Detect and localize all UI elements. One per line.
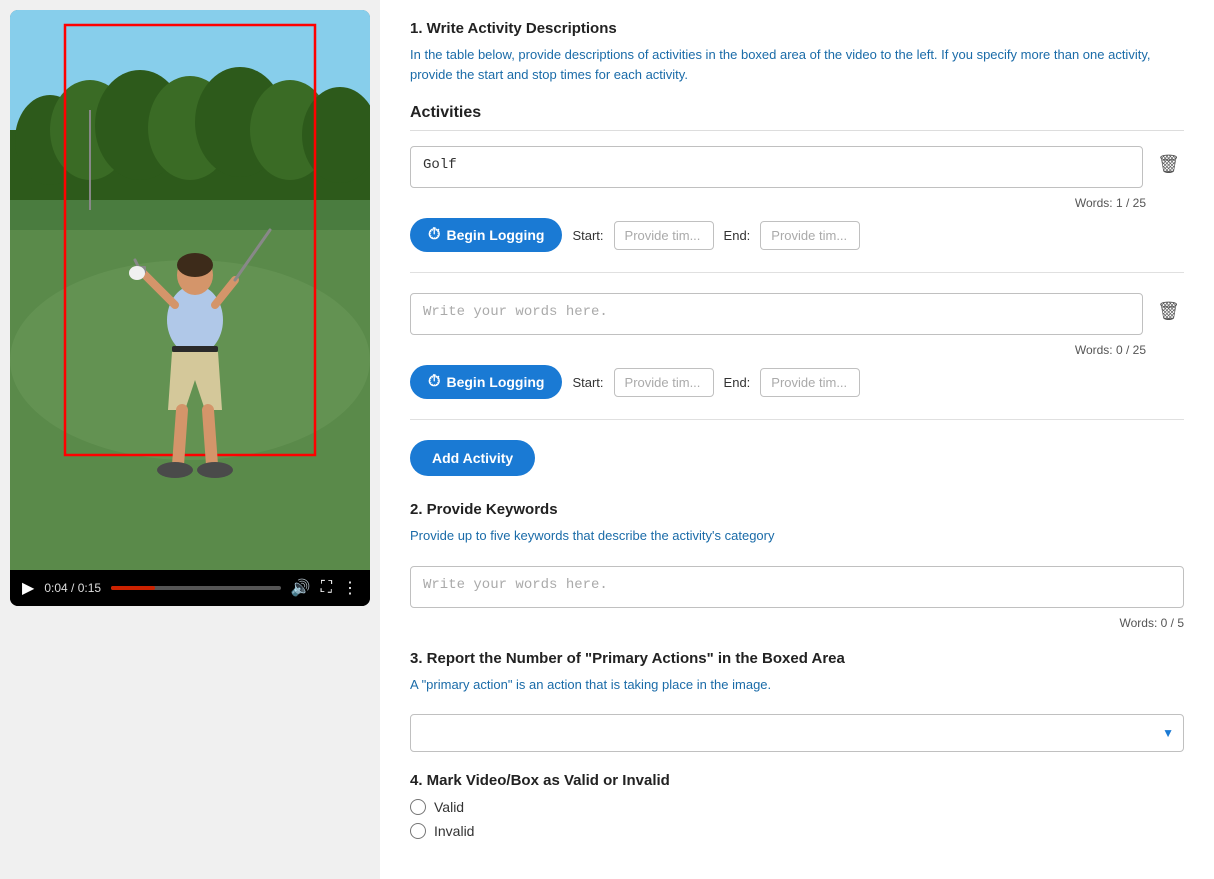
start-time-input-1[interactable] <box>614 221 714 250</box>
section-4: 4. Mark Video/Box as Valid or Invalid Va… <box>410 772 1184 839</box>
primary-actions-dropdown-container: 1 2 3 4 5 ▼ <box>410 714 1184 752</box>
start-label-1: Start: <box>572 228 603 243</box>
logging-row-1: ⏱ Begin Logging Start: End: <box>410 218 1184 252</box>
activity-textarea-1[interactable]: Golf <box>410 146 1143 188</box>
primary-actions-dropdown[interactable]: 1 2 3 4 5 <box>410 714 1184 752</box>
section-3-title: 3. Report the Number of "Primary Actions… <box>410 650 1184 667</box>
section-1-description: In the table below, provide descriptions… <box>410 45 1184 84</box>
clock-icon-2: ⏱ <box>428 373 440 391</box>
progress-bar[interactable] <box>111 586 281 590</box>
start-time-input-2[interactable] <box>614 368 714 397</box>
time-display: 0:04 / 0:15 <box>44 581 101 595</box>
activity-textarea-2[interactable] <box>410 293 1143 335</box>
play-button[interactable]: ▶ <box>22 578 34 598</box>
word-count-2: Words: 0 / 25 <box>410 343 1146 357</box>
end-label-1: End: <box>724 228 751 243</box>
begin-logging-1-label: Begin Logging <box>446 227 544 243</box>
valid-label: Valid <box>434 799 464 815</box>
section-2-description: Provide up to five keywords that describ… <box>410 526 1184 546</box>
end-time-input-1[interactable] <box>760 221 860 250</box>
fullscreen-icon: ⛶ <box>321 579 332 597</box>
begin-logging-2-button[interactable]: ⏱ Begin Logging <box>410 365 562 399</box>
end-time-input-2[interactable] <box>760 368 860 397</box>
delete-icon-1: 🗑 <box>1157 154 1180 175</box>
validity-radio-group: Valid Invalid <box>410 799 1184 839</box>
fullscreen-button[interactable]: ⛶ <box>321 579 332 597</box>
more-button[interactable]: ⋮ <box>342 578 358 598</box>
keywords-word-count: Words: 0 / 5 <box>410 616 1184 630</box>
progress-fill <box>111 586 155 590</box>
section-3-description: A "primary action" is an action that is … <box>410 675 1184 695</box>
keywords-textarea[interactable] <box>410 566 1184 608</box>
video-frame <box>10 10 370 570</box>
valid-radio[interactable] <box>410 799 426 815</box>
section-2-title: 2. Provide Keywords <box>410 501 1184 518</box>
end-label-2: End: <box>724 375 751 390</box>
word-count-1: Words: 1 / 25 <box>410 196 1146 210</box>
invalid-option[interactable]: Invalid <box>410 823 1184 839</box>
section-4-title: 4. Mark Video/Box as Valid or Invalid <box>410 772 1184 789</box>
video-container: ▶ 0:04 / 0:15 🔊 ⛶ ⋮ <box>10 10 370 606</box>
delete-activity-2-button[interactable]: 🗑 <box>1153 293 1184 330</box>
valid-option[interactable]: Valid <box>410 799 1184 815</box>
volume-icon: 🔊 <box>291 578 311 598</box>
section-2: 2. Provide Keywords Provide up to five k… <box>410 501 1184 630</box>
section-1-title: 1. Write Activity Descriptions <box>410 20 1184 37</box>
activity-block-2: 🗑 Words: 0 / 25 ⏱ Begin Logging Start: E… <box>410 293 1184 420</box>
right-panel: 1. Write Activity Descriptions In the ta… <box>380 0 1214 879</box>
start-label-2: Start: <box>572 375 603 390</box>
delete-icon-2: 🗑 <box>1157 301 1180 322</box>
logging-row-2: ⏱ Begin Logging Start: End: <box>410 365 1184 399</box>
video-controls: ▶ 0:04 / 0:15 🔊 ⛶ ⋮ <box>10 570 370 606</box>
activity-row-1: Golf 🗑 <box>410 146 1184 188</box>
section-1: 1. Write Activity Descriptions In the ta… <box>410 20 1184 501</box>
play-icon: ▶ <box>22 578 34 598</box>
add-activity-button[interactable]: Add Activity <box>410 440 535 476</box>
activities-label: Activities <box>410 104 1184 131</box>
video-background <box>10 10 370 570</box>
more-icon: ⋮ <box>342 578 358 598</box>
section-3: 3. Report the Number of "Primary Actions… <box>410 650 1184 753</box>
volume-button[interactable]: 🔊 <box>291 578 311 598</box>
clock-icon-1: ⏱ <box>428 226 440 244</box>
left-panel: ▶ 0:04 / 0:15 🔊 ⛶ ⋮ <box>0 0 380 879</box>
activity-block-1: Golf 🗑 Words: 1 / 25 ⏱ Begin Logging Sta… <box>410 146 1184 273</box>
invalid-radio[interactable] <box>410 823 426 839</box>
begin-logging-2-label: Begin Logging <box>446 374 544 390</box>
delete-activity-1-button[interactable]: 🗑 <box>1153 146 1184 183</box>
activity-row-2: 🗑 <box>410 293 1184 335</box>
invalid-label: Invalid <box>434 823 474 839</box>
begin-logging-1-button[interactable]: ⏱ Begin Logging <box>410 218 562 252</box>
